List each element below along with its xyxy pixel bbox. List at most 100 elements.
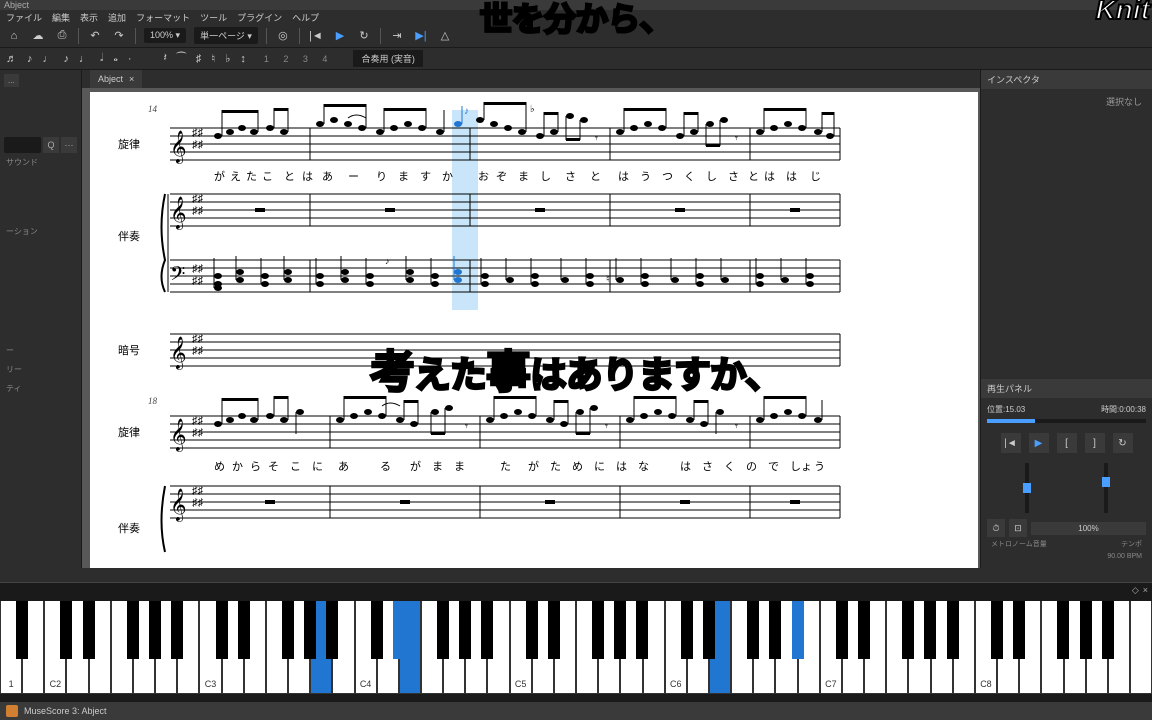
- menu-help[interactable]: ヘルプ: [292, 11, 319, 23]
- note-1-icon[interactable]: 𝅝: [114, 52, 118, 65]
- palette-item[interactable]: ティ: [4, 379, 77, 398]
- piano-black-key[interactable]: [1057, 601, 1069, 659]
- note-32-icon[interactable]: ♪: [27, 53, 33, 65]
- note-2-icon[interactable]: 𝅗𝅥: [100, 52, 104, 65]
- piano-black-key[interactable]: [592, 601, 604, 659]
- piano-black-key[interactable]: [481, 601, 493, 659]
- piano-black-key[interactable]: [83, 601, 95, 659]
- close-tab-icon[interactable]: ×: [129, 74, 134, 84]
- image-capture-icon[interactable]: ◎: [275, 28, 291, 44]
- note-8-icon[interactable]: ♪: [64, 53, 70, 65]
- piano-black-key[interactable]: [1080, 601, 1092, 659]
- piano-black-key[interactable]: [393, 601, 405, 659]
- note-64-icon[interactable]: ♬: [6, 53, 17, 65]
- piano-black-key[interactable]: [149, 601, 161, 659]
- loop-start-button[interactable]: [: [1057, 433, 1077, 453]
- palette-item[interactable]: ー: [4, 341, 77, 360]
- piano-black-key[interactable]: [614, 601, 626, 659]
- palette-search[interactable]: [4, 137, 41, 153]
- loop-button[interactable]: ↻: [1113, 433, 1133, 453]
- rest-icon[interactable]: 𝄽: [164, 52, 167, 65]
- zoom-select[interactable]: 100% ▾: [144, 28, 186, 43]
- metronome-icon[interactable]: ⏱: [987, 519, 1005, 537]
- dot-icon[interactable]: ·: [128, 53, 132, 65]
- note-4-icon[interactable]: ♩: [79, 53, 90, 65]
- metronome-volume-slider[interactable]: [1025, 463, 1029, 513]
- repeat-icon[interactable]: ⇥: [389, 28, 405, 44]
- piano-black-key[interactable]: [836, 601, 848, 659]
- piano-black-key[interactable]: [747, 601, 759, 659]
- count-in-icon[interactable]: ⊡: [1009, 519, 1027, 537]
- piano-black-key[interactable]: [437, 601, 449, 659]
- panel-undock-icon[interactable]: ◇: [1132, 585, 1139, 596]
- piano-black-key[interactable]: [769, 601, 781, 659]
- piano-black-key[interactable]: [947, 601, 959, 659]
- palette-item[interactable]: ーション: [4, 222, 77, 241]
- menu-tools[interactable]: ツール: [200, 11, 227, 23]
- piano-black-key[interactable]: [548, 601, 560, 659]
- piano-black-key[interactable]: [326, 601, 338, 659]
- piano-black-key[interactable]: [526, 601, 538, 659]
- play-button[interactable]: ▶: [1029, 433, 1049, 453]
- palette-tab[interactable]: ...: [4, 74, 19, 87]
- midi-play-icon[interactable]: ▶|: [413, 28, 429, 44]
- page-mode-select[interactable]: 単一ページ ▾: [194, 27, 258, 44]
- palette-section[interactable]: サウンド: [4, 153, 77, 172]
- document-tab[interactable]: Abject ×: [90, 70, 142, 88]
- playback-progress[interactable]: [987, 419, 1146, 423]
- print-icon[interactable]: ⎙: [54, 28, 70, 44]
- piano-black-key[interactable]: [459, 601, 471, 659]
- piano-black-key[interactable]: [282, 601, 294, 659]
- score-viewport[interactable]: Abject × 14 𝄞 ♯♯♯♯ 旋律: [82, 70, 980, 568]
- piano-black-key[interactable]: [681, 601, 693, 659]
- loop-icon[interactable]: ↻: [356, 28, 372, 44]
- redo-icon[interactable]: ↷: [111, 28, 127, 44]
- tie-icon[interactable]: ⁀: [177, 52, 186, 65]
- tempo-percent[interactable]: 100%: [1031, 522, 1146, 535]
- panel-close-icon[interactable]: ×: [1143, 585, 1148, 596]
- menu-format[interactable]: フォーマット: [136, 11, 190, 23]
- piano-black-key[interactable]: [16, 601, 28, 659]
- more-icon[interactable]: ···: [61, 137, 77, 153]
- piano-black-key[interactable]: [902, 601, 914, 659]
- sharp-icon[interactable]: ♯: [196, 53, 202, 65]
- flat-icon[interactable]: ♭: [225, 52, 230, 65]
- rewind-button[interactable]: |◄: [1001, 433, 1021, 453]
- piano-black-key[interactable]: [371, 601, 383, 659]
- rewind-icon[interactable]: |◄: [308, 28, 324, 44]
- undo-icon[interactable]: ↶: [87, 28, 103, 44]
- menu-edit[interactable]: 編集: [52, 11, 70, 23]
- piano-black-key[interactable]: [1102, 601, 1114, 659]
- piano-black-key[interactable]: [60, 601, 72, 659]
- piano-white-key[interactable]: [1130, 601, 1152, 694]
- metronome-icon[interactable]: △: [437, 28, 453, 44]
- score-page[interactable]: 14 𝄞 ♯♯♯♯ 旋律 ♪: [90, 92, 978, 568]
- menu-plugins[interactable]: プラグイン: [237, 11, 282, 23]
- search-icon[interactable]: Q: [43, 137, 59, 153]
- flip-icon[interactable]: ↕: [240, 53, 246, 65]
- home-icon[interactable]: ⌂: [6, 28, 22, 44]
- palette-item[interactable]: リー: [4, 360, 77, 379]
- piano-black-key[interactable]: [703, 601, 715, 659]
- cloud-icon[interactable]: ☁: [30, 28, 46, 44]
- natural-icon[interactable]: ♮: [211, 52, 215, 65]
- play-icon[interactable]: ▶: [332, 28, 348, 44]
- loop-end-button[interactable]: ]: [1085, 433, 1105, 453]
- piano-black-key[interactable]: [238, 601, 250, 659]
- instrument-select[interactable]: 合奏用 (実音): [353, 50, 423, 67]
- piano-black-key[interactable]: [1013, 601, 1025, 659]
- piano-black-key[interactable]: [924, 601, 936, 659]
- piano-black-key[interactable]: [991, 601, 1003, 659]
- piano-black-key[interactable]: [858, 601, 870, 659]
- menu-view[interactable]: 表示: [80, 11, 98, 23]
- note-16-icon[interactable]: ♩: [43, 53, 54, 65]
- menu-file[interactable]: ファイル: [6, 11, 42, 23]
- piano-black-key[interactable]: [171, 601, 183, 659]
- tempo-slider[interactable]: [1104, 463, 1108, 513]
- piano-black-key[interactable]: [636, 601, 648, 659]
- piano-black-key[interactable]: [792, 601, 804, 659]
- piano-black-key[interactable]: [304, 601, 316, 659]
- menu-add[interactable]: 追加: [108, 11, 126, 23]
- voice-selector[interactable]: 1 2 3 4: [264, 54, 334, 64]
- piano-black-key[interactable]: [127, 601, 139, 659]
